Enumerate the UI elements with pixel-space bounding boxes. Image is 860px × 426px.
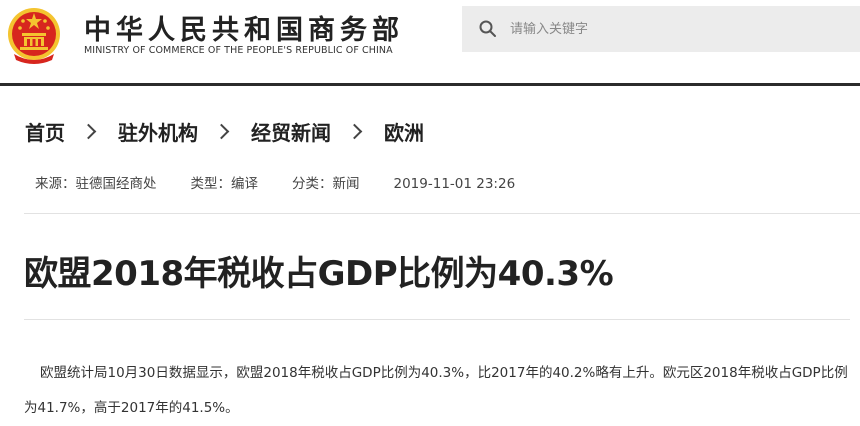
site-subtitle: MINISTRY OF COMMERCE OF THE PEOPLE'S REP…	[84, 45, 393, 56]
title-divider	[24, 319, 850, 320]
national-emblem-icon[interactable]	[6, 4, 62, 64]
meta-source: 来源：驻德国经商处	[35, 176, 157, 192]
chevron-right-icon	[346, 123, 363, 139]
breadcrumb: 首页 驻外机构 经贸新闻 欧洲	[25, 116, 424, 146]
breadcrumb-trade-news[interactable]: 经贸新闻	[251, 117, 331, 146]
chevron-right-icon	[80, 123, 97, 139]
breadcrumb-europe[interactable]: 欧洲	[384, 117, 424, 146]
meta-type: 类型：编译	[190, 176, 259, 192]
search-input[interactable]	[510, 6, 850, 52]
article-body: 欧盟统计局10月30日数据显示，欧盟2018年税收占GDP比例为40.3%，比2…	[24, 365, 848, 416]
breadcrumb-home[interactable]: 首页	[25, 117, 65, 146]
site-title[interactable]: 中华人民共和国商务部	[84, 8, 404, 47]
meta-divider	[24, 213, 860, 214]
article-title: 欧盟2018年税收占GDP比例为40.3%	[24, 254, 614, 294]
search-box	[462, 6, 860, 52]
breadcrumb-overseas-offices[interactable]: 驻外机构	[118, 117, 198, 146]
site-header: 中华人民共和国商务部 MINISTRY OF COMMERCE OF THE P…	[0, 0, 860, 86]
chevron-right-icon	[213, 123, 230, 139]
search-icon[interactable]	[478, 19, 498, 39]
meta-datetime: 2019-11-01 23:26	[393, 176, 516, 192]
meta-category: 分类：新闻	[292, 176, 360, 192]
header-divider	[0, 83, 860, 86]
article-meta: 来源：驻德国经商处 类型：编译 分类：新闻 2019-11-01 23:26	[35, 172, 515, 192]
